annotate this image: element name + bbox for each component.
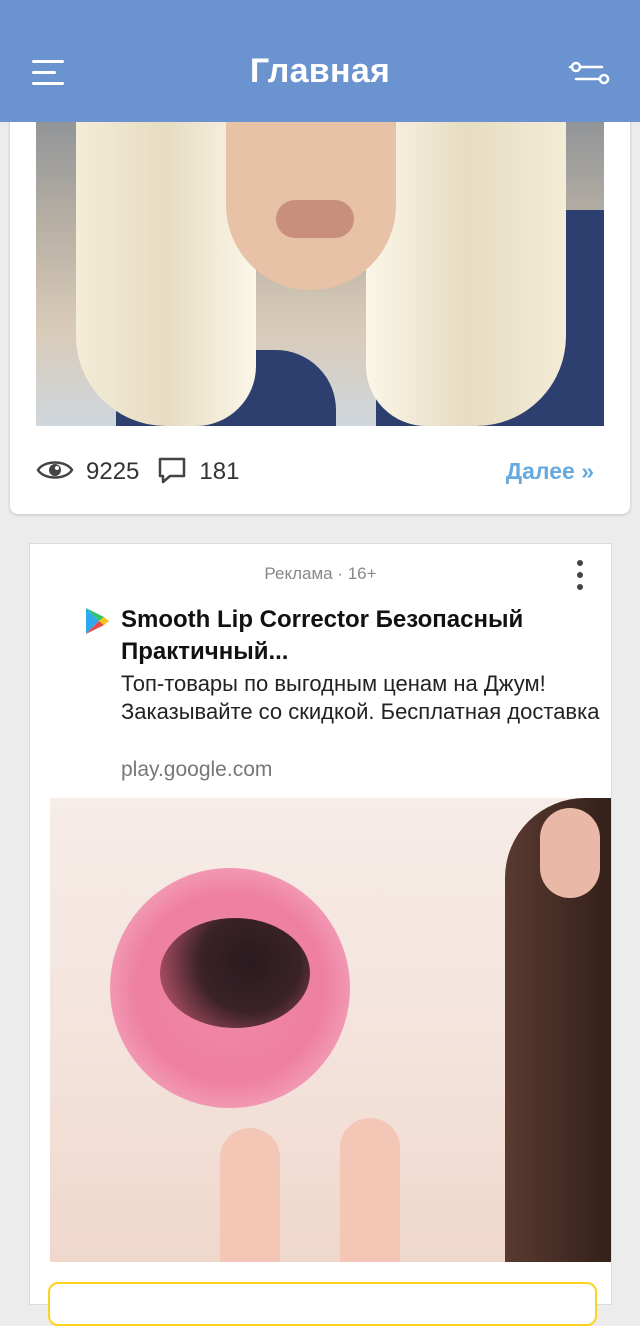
more-vertical-icon[interactable] [572,558,588,594]
filter-icon[interactable] [568,58,612,88]
post-image[interactable] [36,100,604,426]
ad-title[interactable]: Smooth Lip Corrector Безопасный Практичн… [121,604,581,668]
page-title: Главная [249,52,391,90]
eye-icon [36,457,74,488]
google-play-icon [84,606,110,636]
app-header: Главная [0,0,640,122]
more-link[interactable]: Далее » [506,458,594,485]
ad-card: Реклама · 16+ Smooth Lip Corrector Безоп… [29,543,612,1326]
post-card: 9225 181 Далее » [10,100,630,514]
views-count: 9225 [86,458,140,485]
comments-count: 181 [199,458,240,485]
ad-description: Топ-товары по выгодным ценам на Джум! За… [121,671,600,724]
ad-image[interactable] [50,798,611,1262]
ad-domain[interactable]: play.google.com [121,758,272,782]
comment-icon[interactable] [157,455,187,490]
ad-label: Реклама · 16+ [264,564,377,583]
ad-action-button[interactable] [48,1282,597,1326]
post-stats: 9225 181 [36,452,257,492]
